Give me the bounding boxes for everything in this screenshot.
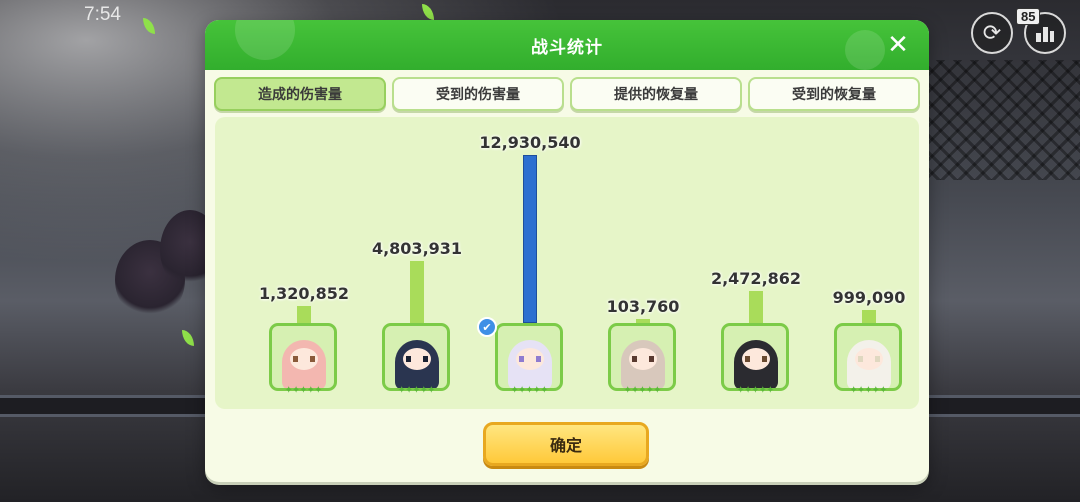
- character-portrait[interactable]: [269, 323, 337, 391]
- dialog-header: 战斗统计 ✕: [205, 20, 929, 70]
- damage-bar: [749, 291, 763, 323]
- rank-stars-icon: ✦✦✦✦✦: [849, 385, 888, 396]
- character-eyes: [293, 356, 315, 362]
- confirm-button[interactable]: 确定: [483, 422, 649, 466]
- character-portrait[interactable]: [834, 323, 902, 391]
- close-button[interactable]: ✕: [885, 32, 911, 58]
- rank-stars-icon: ✦✦✦✦✦: [284, 385, 323, 396]
- damage-bar: [297, 306, 311, 323]
- damage-chart: 1,320,852 ✦✦✦✦✦ 4,803,931 ✦✦✦✦✦ 12,930,540 ✦✦…: [215, 117, 919, 409]
- tab-healing-received[interactable]: 受到的恢复量: [748, 77, 920, 111]
- rank-stars-icon: ✦✦✦✦✦: [623, 385, 662, 396]
- damage-value-label: 1,320,852: [258, 284, 350, 303]
- character-eyes: [858, 356, 880, 362]
- character-column: 2,472,862 ✦✦✦✦✦: [701, 117, 811, 409]
- character-eyes: [519, 356, 541, 362]
- damage-value-label: 12,930,540: [479, 133, 581, 152]
- character-eyes: [406, 356, 428, 362]
- character-column: 103,760 ✦✦✦✦✦: [588, 117, 698, 409]
- damage-bar: [523, 155, 537, 323]
- tab-damage-taken[interactable]: 受到的伤害量: [392, 77, 564, 111]
- character-portrait[interactable]: [721, 323, 789, 391]
- damage-value-label: 4,803,931: [371, 239, 463, 258]
- rank-stars-icon: ✦✦✦✦✦: [736, 385, 775, 396]
- header-decoration: [845, 30, 885, 70]
- damage-bar: [410, 261, 424, 323]
- stats-icon: [1036, 27, 1054, 42]
- character-column: 1,320,852 ✦✦✦✦✦: [249, 117, 359, 409]
- background-fence: [920, 60, 1080, 180]
- battle-stats-dialog: 战斗统计 ✕ 造成的伤害量 受到的伤害量 提供的恢复量 受到的恢复量 1,320…: [205, 20, 929, 482]
- rank-stars-icon: ✦✦✦✦✦: [397, 385, 436, 396]
- damage-value-label: 2,472,862: [710, 269, 802, 288]
- rank-stars-icon: ✦✦✦✦✦: [510, 385, 549, 396]
- clock-time: 7:54: [84, 4, 121, 25]
- stat-tabs: 造成的伤害量 受到的伤害量 提供的恢复量 受到的恢复量: [214, 77, 920, 111]
- character-column: 12,930,540 ✦✦✦✦✦ ✔: [475, 117, 585, 409]
- character-portrait[interactable]: [495, 323, 563, 391]
- character-portrait[interactable]: [608, 323, 676, 391]
- speed-badge: 85: [1016, 8, 1041, 25]
- character-column: 999,090 ✦✦✦✦✦: [814, 117, 924, 409]
- character-portrait[interactable]: [382, 323, 450, 391]
- refresh-icon: ⟳: [982, 20, 1002, 46]
- character-column: 4,803,931 ✦✦✦✦✦: [362, 117, 472, 409]
- tab-damage-dealt[interactable]: 造成的伤害量: [214, 77, 386, 111]
- damage-value-label: 103,760: [606, 297, 680, 316]
- character-eyes: [745, 356, 767, 362]
- refresh-button[interactable]: ⟳: [971, 12, 1013, 54]
- character-eyes: [632, 356, 654, 362]
- close-icon: ✕: [887, 30, 909, 60]
- header-decoration: [235, 20, 295, 60]
- dialog-title: 战斗统计: [531, 37, 603, 58]
- tab-healing-given[interactable]: 提供的恢复量: [570, 77, 742, 111]
- thumbs-up-icon: ✔: [477, 317, 497, 337]
- damage-bar: [862, 310, 876, 323]
- damage-value-label: 999,090: [832, 288, 906, 307]
